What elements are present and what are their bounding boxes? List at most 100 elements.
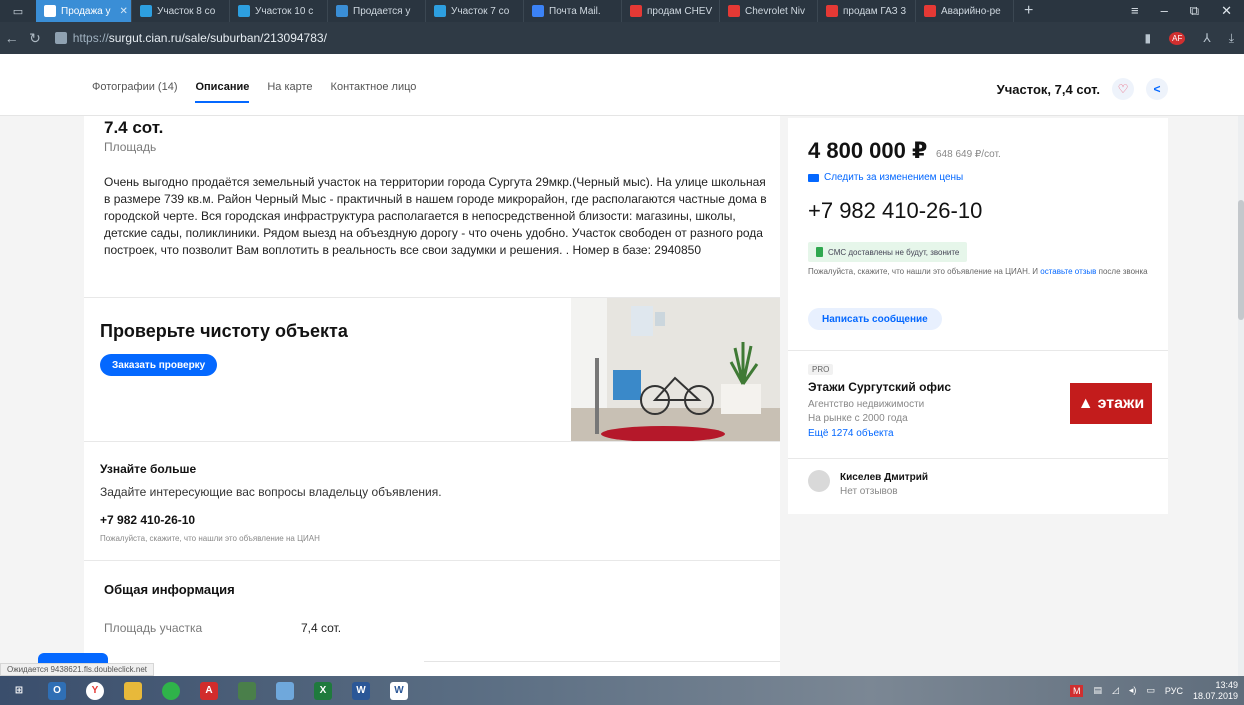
tab-label: продам CHEV <box>647 5 713 17</box>
tab-favicon-icon <box>826 5 838 17</box>
tab-label: Участок 7 со <box>451 5 510 17</box>
favorite-heart-icon[interactable]: ♡ <box>1112 78 1134 100</box>
tab-label: Продается у <box>353 5 411 17</box>
language-indicator[interactable]: РУС <box>1165 686 1183 696</box>
mention-cian-note: Пожалуйста, скажите, что нашли это объяв… <box>100 534 320 543</box>
tab-favicon-icon <box>532 5 544 17</box>
browser-tab[interactable]: Аварийно-ре <box>916 0 1014 22</box>
download-icon[interactable]: ⤓ <box>1229 31 1234 46</box>
url-path: surgut.cian.ru/sale/suburban/213094783/ <box>108 31 327 45</box>
word-icon[interactable]: W <box>352 681 370 700</box>
browser-tab[interactable]: Участок 8 со <box>132 0 230 22</box>
tab-favicon-icon <box>630 5 642 17</box>
browser-tab[interactable]: продам CHEV <box>622 0 720 22</box>
photos-icon[interactable] <box>238 681 256 700</box>
reload-icon[interactable]: ↻ <box>23 30 46 47</box>
browser-tab[interactable]: Почта Mail. <box>524 0 622 22</box>
close-window-icon[interactable]: ✕ <box>1221 3 1232 19</box>
tab-favicon-icon <box>434 5 446 17</box>
learn-more-title: Узнайте больше <box>100 462 197 476</box>
owner-phone[interactable]: +7 982 410-26-10 <box>100 513 195 527</box>
contact-phone[interactable]: +7 982 410-26-10 <box>808 198 982 224</box>
tab-label: Chevrolet Niv <box>745 5 806 17</box>
etazhi-logo[interactable]: ▲ этажи <box>1070 383 1152 424</box>
tab-label: Участок 10 с <box>255 5 314 17</box>
nav-tab[interactable]: Описание <box>195 81 250 103</box>
close-tab-icon[interactable]: ✕ <box>120 6 128 17</box>
window-menu-icon[interactable]: ▭ <box>0 0 36 22</box>
order-check-button[interactable]: Заказать проверку <box>100 354 218 376</box>
extension-icon[interactable]: AF <box>1169 31 1186 45</box>
windows-start-icon[interactable]: ⊞ <box>10 682 28 700</box>
yandex-browser-icon[interactable]: Y <box>86 681 104 700</box>
translate-icon[interactable]: ⅄ <box>1203 31 1210 45</box>
clock[interactable]: 13:49 18.07.2019 <box>1193 680 1238 702</box>
restore-icon[interactable]: ⧉ <box>1190 3 1199 19</box>
write-message-button[interactable]: Написать сообщение <box>808 308 942 330</box>
section-nav: Фотографии (14) Описание На карте Контактно… <box>92 81 416 103</box>
browser-tab[interactable]: Участок 10 с <box>230 0 328 22</box>
browser-tab[interactable]: Chevrolet Niv <box>720 0 818 22</box>
price-per-sotka: 648 649 ₽/сот. <box>936 149 1001 160</box>
share-icon[interactable]: < <box>1146 78 1168 100</box>
clock-date: 18.07.2019 <box>1192 690 1238 701</box>
area-value: 7.4 сот. <box>104 118 164 137</box>
minimize-icon[interactable]: – <box>1161 3 1168 19</box>
leave-review-link[interactable]: оставьте отзыв <box>1040 267 1096 276</box>
new-tab-button[interactable]: + <box>1014 2 1043 20</box>
system-tray: M ▤ ◿ ◂) ▭ РУС 13:49 18.07.2019 <box>1069 680 1244 702</box>
scrollbar-thumb[interactable] <box>1238 200 1244 320</box>
browser-tab[interactable]: продам ГАЗ 3 <box>818 0 916 22</box>
file-explorer-icon[interactable] <box>124 681 142 700</box>
nav-tab[interactable]: Контактное лицо <box>331 81 417 103</box>
back-icon[interactable]: ← <box>0 30 23 46</box>
nav-tab[interactable]: Фотографии (14) <box>92 81 177 103</box>
tab-label: Аварийно-ре <box>941 5 1001 17</box>
network-icon[interactable]: ◿ <box>1112 685 1119 696</box>
browser-tab[interactable]: Участок 7 со <box>426 0 524 22</box>
tab-favicon-icon <box>336 5 348 17</box>
address-bar: ← ↻ https://surgut.cian.ru/sale/suburban… <box>0 22 1244 54</box>
house-icon: ▲ <box>1077 394 1094 412</box>
url-field[interactable]: https://surgut.cian.ru/sale/suburban/213… <box>54 27 1145 49</box>
plot-area-label: Площадь участка <box>104 621 203 635</box>
price: 4 800 000 ₽ <box>808 138 928 163</box>
antivirus-icon[interactable]: M <box>1069 684 1084 697</box>
whatsapp-icon[interactable] <box>162 681 180 700</box>
agency-more-link[interactable]: Ещё 1274 объекта <box>808 428 894 439</box>
price-contact-card: 4 800 000 ₽ 648 649 ₽/сот. Следить за из… <box>788 118 1168 514</box>
contact-name[interactable]: Киселев Дмитрий <box>840 472 928 483</box>
word-doc-icon[interactable]: W <box>390 681 408 700</box>
listing-description: Очень выгодно продаётся земельный участо… <box>104 175 767 257</box>
tray-app-icon[interactable]: ▤ <box>1093 685 1102 696</box>
area-label: Площадь <box>104 140 157 154</box>
volume-icon[interactable]: ◂) <box>1129 685 1137 696</box>
nav-tab[interactable]: На карте <box>267 81 312 103</box>
browser-tab[interactable]: Продается у <box>328 0 426 22</box>
agency-name[interactable]: Этажи Сургутский офис <box>808 380 951 394</box>
tab-favicon-icon <box>140 5 152 17</box>
bookmark-icon[interactable]: ▮ <box>1145 31 1152 45</box>
outlook-icon[interactable]: O <box>48 681 66 700</box>
browser-tab[interactable]: Продажа у ✕ <box>36 0 132 22</box>
tab-favicon-icon <box>238 5 250 17</box>
url-protocol: https:// <box>72 31 109 45</box>
header-title: Участок, 7,4 сот. <box>996 81 1100 97</box>
battery-icon[interactable]: ▭ <box>1146 685 1155 696</box>
mention-note: Пожалуйста, скажите, что нашли это объяв… <box>808 266 1148 278</box>
mention-text: Пожалуйста, скажите, что нашли это объяв… <box>808 267 1039 276</box>
pro-badge: PRO <box>808 364 834 375</box>
menu-icon[interactable]: ≡ <box>1131 3 1139 19</box>
acrobat-icon[interactable]: A <box>200 681 218 700</box>
etazhi-logo-text: этажи <box>1097 394 1145 412</box>
excel-icon[interactable]: X <box>314 681 332 700</box>
check-title: Проверьте чистоту объекта <box>100 321 348 341</box>
next-section-card <box>424 661 780 676</box>
tab-label: Участок 8 со <box>157 5 216 17</box>
tab-favicon-icon <box>44 5 56 17</box>
watch-price-link[interactable]: Следить за изменением цены <box>808 172 963 183</box>
site-header: Фотографии (14) Описание На карте Контактно… <box>0 54 1244 116</box>
general-info-title: Общая информация <box>104 582 235 597</box>
tab-label: Продажа у <box>61 5 111 17</box>
notepad-icon[interactable] <box>276 681 294 700</box>
